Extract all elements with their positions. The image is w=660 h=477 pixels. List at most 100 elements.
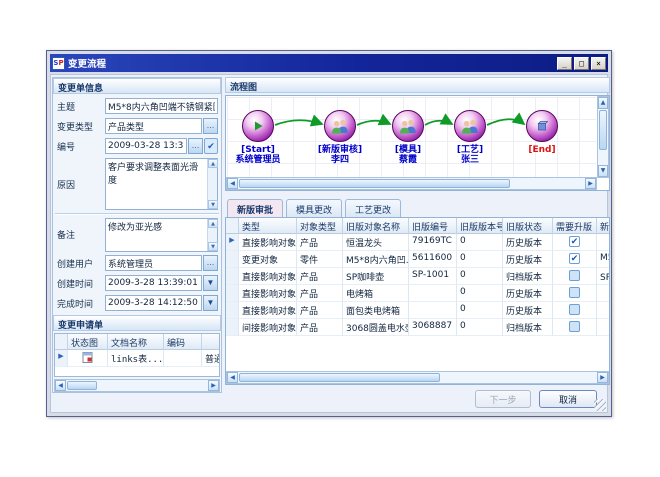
scroll-right-icon[interactable]: ▶ [597, 372, 608, 383]
flow-chart: [Start]系统管理员[新版审核]李四[模具]蔡霞[工艺]张三[End] ▲ … [225, 95, 610, 191]
flow-hscrollbar[interactable]: ◀ ▶ [226, 177, 597, 190]
scrollbar-thumb[interactable] [239, 179, 510, 188]
upgrade-checkbox[interactable] [569, 321, 580, 332]
impact-header-1[interactable]: 类型 [239, 218, 297, 234]
tab-1[interactable]: 新版审批 [227, 199, 283, 217]
impact-table-hscrollbar[interactable]: ◀ ▶ [226, 371, 609, 384]
flow-panel: 流程图 [Start]系统管理员[新版审核]李四[模具]蔡霞[工艺]张三[End… [225, 77, 610, 393]
upgrade-checkbox[interactable] [569, 270, 580, 281]
scroll-left-icon[interactable]: ◀ [55, 380, 66, 391]
request-header-1[interactable]: 状态图 [68, 334, 108, 350]
reason-scrollbar[interactable]: ▲ ▼ [207, 159, 217, 209]
flow-node-4[interactable] [454, 110, 486, 142]
scroll-up-icon[interactable]: ▲ [598, 97, 608, 109]
impact-cell: SP-1001 [409, 268, 457, 285]
impact-cell: 间接影响对象 [239, 319, 297, 336]
impact-header-2[interactable]: 对象类型 [297, 218, 343, 234]
titlebar[interactable]: SP 变更流程 _ □ × [50, 54, 608, 72]
flow-vscrollbar[interactable]: ▲ ▼ [597, 96, 609, 178]
creator-label: 创建用户 [57, 257, 93, 270]
impact-table-header: 类型对象类型旧版对象名称旧版编号旧版版本号旧版状态需要升版新版对象名称 [226, 218, 609, 234]
tab-2[interactable]: 模具更改 [286, 199, 342, 217]
next-button[interactable]: 下一步 [475, 390, 531, 408]
impact-cell: 0 [457, 319, 503, 336]
flow-node-label-5: [End] [502, 145, 582, 155]
scroll-right-icon[interactable]: ▶ [208, 380, 219, 391]
field-finish-time: 完成时间 ▼ [55, 295, 219, 311]
flow-node-3[interactable] [392, 110, 424, 142]
impact-cell: 变更对象 [239, 251, 297, 268]
number-check-toggle[interactable]: ✔ [204, 138, 218, 154]
upgrade-checkbox[interactable]: ✔ [569, 253, 580, 264]
resize-grip[interactable] [594, 399, 606, 411]
impact-header-4[interactable]: 旧版编号 [409, 218, 457, 234]
flow-node-2[interactable] [324, 110, 356, 142]
scroll-down-icon[interactable]: ▼ [598, 165, 608, 177]
creator-input[interactable] [105, 255, 202, 271]
impact-cell: 直接影响对象 [239, 285, 297, 302]
scroll-up-icon[interactable]: ▲ [208, 159, 218, 168]
impact-table-row[interactable]: 直接影响对象产品电烤箱0历史版本 [226, 285, 609, 302]
impact-table-row[interactable]: 间接影响对象产品3068圆盖电水壶30688870归档版本 [226, 319, 609, 336]
scroll-down-icon[interactable]: ▼ [208, 242, 218, 251]
impact-cell [409, 302, 457, 319]
impact-header-7[interactable]: 需要升版 [553, 218, 597, 234]
number-input[interactable] [105, 138, 187, 154]
change-type-browse-button[interactable]: … [203, 118, 218, 134]
people-icon [330, 119, 350, 134]
scrollbar-thumb[interactable] [599, 110, 607, 150]
maximize-button[interactable]: □ [574, 57, 589, 70]
impact-header-3[interactable]: 旧版对象名称 [343, 218, 409, 234]
scroll-up-icon[interactable]: ▲ [208, 219, 218, 228]
creator-browse-button[interactable]: … [203, 255, 218, 271]
reason-textarea[interactable]: 客户要求调整表面光滑度 [106, 159, 217, 209]
number-browse-button[interactable]: … [188, 138, 203, 154]
flow-node-5[interactable] [526, 110, 558, 142]
upgrade-checkbox[interactable] [569, 304, 580, 315]
finish-time-input[interactable] [105, 295, 202, 311]
close-button[interactable]: × [591, 57, 606, 70]
request-table-hscrollbar[interactable]: ◀ ▶ [54, 379, 220, 392]
request-header-2[interactable]: 文档名称 [108, 334, 164, 350]
impact-header-selector [226, 218, 239, 234]
scrollbar-thumb[interactable] [239, 373, 440, 382]
upgrade-checkbox[interactable] [569, 287, 580, 298]
impact-table-row[interactable]: 变更对象零件M5*8内六角凹...56116000历史版本✔M5*8 [226, 251, 609, 268]
scroll-down-icon[interactable]: ▼ [208, 200, 218, 209]
impact-table-row[interactable]: 直接影响对象产品面包类电烤箱0历史版本 [226, 302, 609, 319]
request-header-3[interactable]: 编码 [164, 334, 202, 350]
impact-header-8[interactable]: 新版对象名称 [597, 218, 610, 234]
impact-cell: 0 [457, 251, 503, 268]
request-header-4[interactable] [202, 334, 220, 350]
flow-node-1[interactable] [242, 110, 274, 142]
impact-header-5[interactable]: 旧版版本号 [457, 218, 503, 234]
document-extra-cell: 普通 [202, 350, 220, 367]
request-table-header: 状态图文档名称编码 [55, 334, 219, 350]
scroll-right-icon[interactable]: ▶ [585, 178, 596, 189]
upgrade-cell [553, 268, 597, 285]
scroll-left-icon[interactable]: ◀ [227, 372, 238, 383]
scroll-left-icon[interactable]: ◀ [227, 178, 238, 189]
create-time-input[interactable] [105, 275, 202, 291]
subject-input[interactable] [105, 98, 218, 114]
impact-table-row[interactable]: 直接影响对象产品SP咖啡壶SP-10010归档版本SP咖 [226, 268, 609, 285]
scrollbar-thumb[interactable] [67, 381, 97, 390]
impact-cell: 历史版本 [503, 302, 553, 319]
row-selector-icon [226, 302, 239, 319]
request-table-row[interactable]: ▶ links表... 普通 [55, 350, 219, 367]
remark-scrollbar[interactable]: ▲ ▼ [207, 219, 217, 251]
impact-table-row[interactable]: ▶直接影响对象产品恒温龙头79169TC0历史版本✔ [226, 234, 609, 251]
finish-time-dropdown-button[interactable]: ▼ [203, 295, 218, 311]
cancel-button[interactable]: 取消 [539, 390, 597, 408]
minimize-button[interactable]: _ [557, 57, 572, 70]
request-header-selector [55, 334, 68, 350]
change-type-input[interactable] [105, 118, 202, 134]
upgrade-checkbox[interactable]: ✔ [569, 236, 580, 247]
tab-3[interactable]: 工艺更改 [345, 199, 401, 217]
field-remark: 备注 修改为亚光感 ▲ ▼ [55, 218, 219, 252]
upgrade-cell [553, 319, 597, 336]
remark-textarea[interactable]: 修改为亚光感 [106, 219, 217, 251]
flow-chart-canvas[interactable]: [Start]系统管理员[新版审核]李四[模具]蔡霞[工艺]张三[End] [227, 97, 596, 177]
create-time-dropdown-button[interactable]: ▼ [203, 275, 218, 291]
impact-header-6[interactable]: 旧版状态 [503, 218, 553, 234]
